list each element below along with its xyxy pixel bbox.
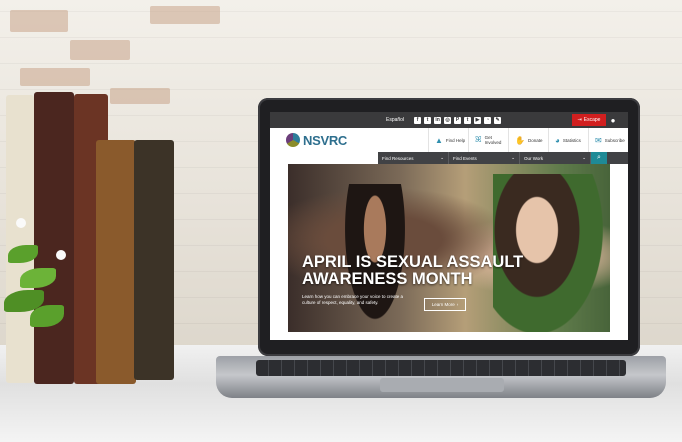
hero-subtitle: Learn how you can embrace your voice to … <box>302 294 404 305</box>
nav-get-involved[interactable]: ꕤ Get Involved <box>468 128 508 152</box>
hand-icon: ✋ <box>515 135 525 145</box>
envelope-icon: ✉ <box>595 135 602 145</box>
exit-icon: ⇥ <box>577 117 582 123</box>
brick <box>20 68 90 86</box>
logo-text: NSVRC <box>303 132 348 148</box>
nav-label: Statistics <box>562 137 581 143</box>
header-nav: ▲ Find Help ꕤ Get Involved ✋ Donate ◕ St… <box>428 128 628 152</box>
nav-label: Find Help <box>445 137 466 143</box>
pinterest-icon[interactable]: P <box>454 116 462 124</box>
youtube-icon[interactable]: ▶ <box>474 116 482 124</box>
nav-label: Get Involved <box>484 135 502 145</box>
dropdown-find-resources[interactable]: Find Resources ⌄ <box>378 152 449 164</box>
rss-icon[interactable]: ◔ <box>484 116 492 124</box>
dropdown-find-events[interactable]: Find Events ⌄ <box>449 152 520 164</box>
book <box>6 95 34 383</box>
nav-statistics[interactable]: ◕ Statistics <box>548 128 588 152</box>
site-logo[interactable]: NSVRC <box>286 133 386 148</box>
hero-title: April is Sexual Assault Awareness Month <box>302 253 524 288</box>
laptop-trackpad <box>380 378 504 392</box>
tumblr-icon[interactable]: t <box>464 116 472 124</box>
laptop-screen: Español f t in ◎ P t ▶ ◔ ✎ ⇥ Escape ● NS… <box>270 112 628 340</box>
book <box>34 92 74 384</box>
book <box>134 140 174 380</box>
nav-label: Donate <box>527 137 543 143</box>
dropdown-label: Find Resources <box>382 155 414 161</box>
book <box>96 140 136 384</box>
dropdown-label: Our Work <box>524 155 544 161</box>
escape-button[interactable]: ⇥ Escape <box>572 114 606 126</box>
blog-icon[interactable]: ✎ <box>494 116 502 124</box>
utility-bar: Español f t in ◎ P t ▶ ◔ ✎ ⇥ Escape ● <box>270 112 628 128</box>
twitter-icon[interactable]: t <box>424 116 432 124</box>
ribbon-icon: ꕤ <box>475 135 482 144</box>
site-header: NSVRC ▲ Find Help ꕤ Get Involved ✋ Donat… <box>270 128 628 152</box>
nav-donate[interactable]: ✋ Donate <box>508 128 548 152</box>
laptop-keyboard <box>256 360 626 376</box>
brick <box>150 6 220 24</box>
brick <box>10 10 68 32</box>
brick <box>70 40 130 60</box>
user-icon[interactable]: ● <box>606 116 620 125</box>
chevron-right-icon: › <box>456 302 459 307</box>
instagram-icon[interactable]: ◎ <box>444 116 452 124</box>
learn-more-button[interactable]: Learn More › <box>424 298 466 311</box>
logo-mark-icon <box>286 133 300 147</box>
facebook-icon[interactable]: f <box>414 116 422 124</box>
learn-more-label: Learn More <box>431 302 455 307</box>
search-button[interactable]: ⌕ <box>591 152 607 164</box>
dropdown-our-work[interactable]: Our Work ⌄ <box>520 152 591 164</box>
dropdown-label: Find Events <box>453 155 477 161</box>
dropdown-nav: Find Resources ⌄ Find Events ⌄ Our Work … <box>378 152 628 164</box>
nav-find-help[interactable]: ▲ Find Help <box>428 128 468 152</box>
chevron-down-icon: ⌄ <box>582 155 586 160</box>
brick <box>110 88 170 104</box>
chevron-down-icon: ⌄ <box>440 155 444 160</box>
nav-subscribe[interactable]: ✉ Subscribe <box>588 128 628 152</box>
social-icons: f t in ◎ P t ▶ ◔ ✎ <box>414 116 502 124</box>
language-link[interactable]: Español <box>386 117 404 123</box>
hero-banner: April is Sexual Assault Awareness Month … <box>288 164 610 332</box>
escape-label: Escape <box>583 117 601 123</box>
chevron-down-icon: ⌄ <box>511 155 515 160</box>
warning-icon: ▲ <box>435 135 443 145</box>
pie-chart-icon: ◕ <box>555 135 560 145</box>
search-icon: ⌕ <box>597 154 601 161</box>
linkedin-icon[interactable]: in <box>434 116 442 124</box>
nav-label: Subscribe <box>604 137 625 143</box>
flower <box>56 250 66 260</box>
flower <box>16 218 26 228</box>
